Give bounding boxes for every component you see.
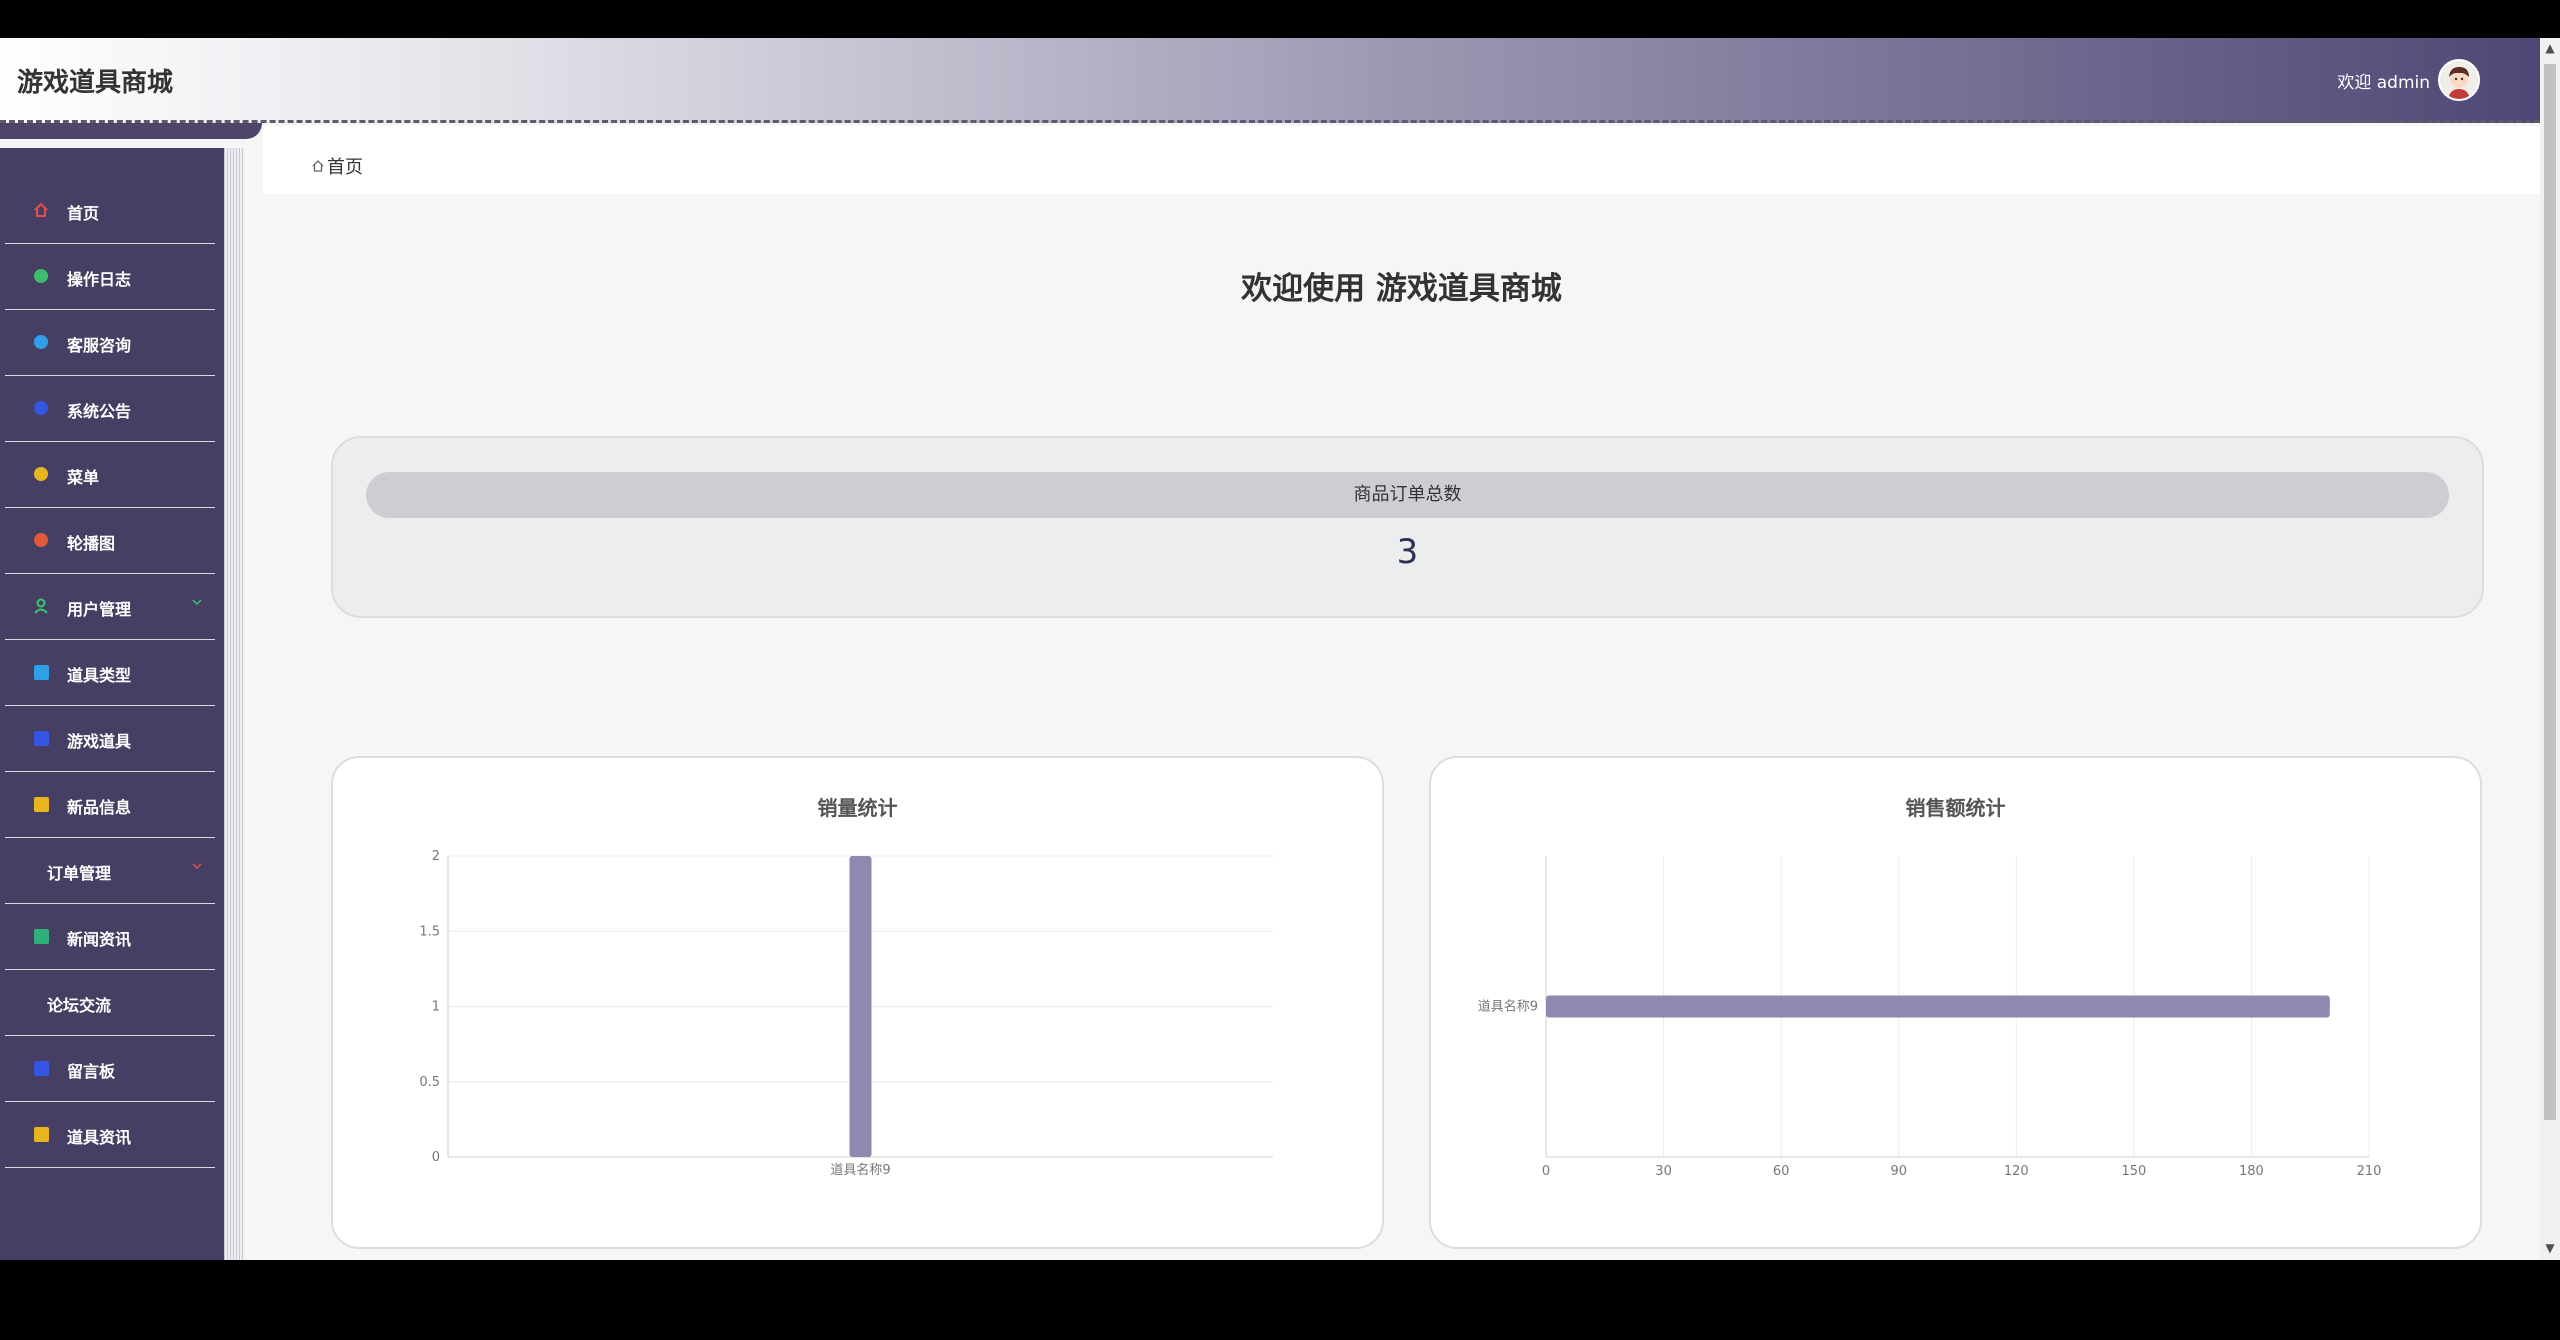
sidebar-divider <box>224 148 244 1260</box>
sidebar-item-5[interactable]: 轮播图 <box>5 508 215 574</box>
sidebar-tab <box>0 123 262 139</box>
sidebar-item-4[interactable]: 菜单 <box>5 442 215 508</box>
sales-volume-chart: 0 0.5 1 1.5 2 道具名称9 <box>419 849 1273 1178</box>
sidebar-item-7[interactable]: 道具类型 <box>5 640 215 706</box>
chevron-down-icon[interactable] <box>191 596 203 608</box>
category-icon <box>33 664 49 680</box>
log-icon <box>33 268 49 284</box>
message-board-icon <box>33 1060 49 1076</box>
sidebar-item-label: 道具资讯 <box>67 1128 132 1147</box>
vertical-scrollbar[interactable]: ▲ ▼ <box>2540 38 2560 1260</box>
breadcrumb-home[interactable]: 首页 <box>327 153 363 179</box>
avatar-icon <box>2440 61 2478 99</box>
sidebar-item-label: 操作日志 <box>67 270 132 289</box>
stat-value: 3 <box>1396 532 1419 572</box>
sidebar-item-label: 道具类型 <box>67 666 132 685</box>
app-window: 游戏道具商城 欢迎 admin 首页操作日志客服咨询系统公告菜单轮播图用户管理道… <box>0 38 2540 1260</box>
sidebar-item-label: 客服咨询 <box>67 336 132 355</box>
app-title: 游戏道具商城 <box>17 68 174 98</box>
sidebar: 首页操作日志客服咨询系统公告菜单轮播图用户管理道具类型游戏道具新品信息订单管理新… <box>0 148 224 1260</box>
x-tick-label: 180 <box>2239 1164 2264 1179</box>
sidebar-item-label: 菜单 <box>67 468 100 487</box>
item-news-icon <box>33 1126 49 1142</box>
sidebar-item-14[interactable]: 道具资讯 <box>5 1102 215 1168</box>
y-tick-label: 1.5 <box>419 924 440 939</box>
news-icon <box>33 928 49 944</box>
sidebar-item-label: 论坛交流 <box>47 996 112 1015</box>
page-title: 欢迎使用 游戏道具商城 <box>1241 271 1562 307</box>
bar <box>1546 995 2330 1018</box>
sidebar-item-8[interactable]: 游戏道具 <box>5 706 215 772</box>
order-total-card: 商品订单总数 3 <box>331 436 2484 618</box>
y-tick-label: 1 <box>432 1000 440 1015</box>
sales-volume-chart-card: 销量统计 0 0.5 1 1.5 2 道具名称9 <box>331 756 1384 1249</box>
sales-amount-chart: 0 30 60 90 120 150 180 210 道具名称9 <box>1478 856 2382 1179</box>
user-icon <box>33 598 49 614</box>
breadcrumb-bar: 首页 <box>263 126 2540 194</box>
sidebar-item-11[interactable]: 新闻资讯 <box>5 904 215 970</box>
sidebar-item-label: 新品信息 <box>67 798 132 817</box>
home-icon <box>33 202 49 218</box>
sidebar-item-label: 系统公告 <box>67 402 132 421</box>
sidebar-item-13[interactable]: 留言板 <box>5 1036 215 1102</box>
x-tick-label: 90 <box>1890 1164 1907 1179</box>
notice-icon <box>33 400 49 416</box>
stat-label: 商品订单总数 <box>366 472 2449 518</box>
bar <box>849 856 872 1157</box>
sidebar-item-label: 首页 <box>67 204 100 223</box>
sidebar-item-1[interactable]: 操作日志 <box>5 244 215 310</box>
x-tick-label: 0 <box>1542 1164 1550 1179</box>
carousel-icon <box>33 532 49 548</box>
menu-icon <box>33 466 49 482</box>
sales-amount-chart-card: 销售额统计 0 30 60 90 120 150 180 210 道具名称9 <box>1429 756 2482 1249</box>
sidebar-item-3[interactable]: 系统公告 <box>5 376 215 442</box>
x-tick-label: 120 <box>2004 1164 2029 1179</box>
avatar[interactable] <box>2438 59 2480 101</box>
welcome-text: 欢迎 admin <box>2337 72 2430 93</box>
chevron-down-icon[interactable] <box>191 860 203 872</box>
sidebar-item-9[interactable]: 新品信息 <box>5 772 215 838</box>
item-icon <box>33 730 49 746</box>
chat-icon <box>33 334 49 350</box>
top-header: 游戏道具商城 欢迎 admin <box>0 38 2540 123</box>
sidebar-menu: 首页操作日志客服咨询系统公告菜单轮播图用户管理道具类型游戏道具新品信息订单管理新… <box>5 178 215 1168</box>
sidebar-item-label: 用户管理 <box>67 600 132 619</box>
user-area[interactable]: 欢迎 admin <box>2337 59 2480 101</box>
x-tick-label: 150 <box>2121 1164 2146 1179</box>
sidebar-item-0[interactable]: 首页 <box>5 178 215 244</box>
sidebar-item-10[interactable]: 订单管理 <box>5 838 215 904</box>
sidebar-item-label: 留言板 <box>67 1062 116 1081</box>
breadcrumb[interactable]: 首页 <box>311 153 363 179</box>
sidebar-item-label: 订单管理 <box>47 864 112 883</box>
scroll-thumb[interactable] <box>2544 64 2556 1120</box>
y-tick-label: 0 <box>432 1150 440 1165</box>
y-tick-label: 2 <box>432 849 440 864</box>
x-tick-label: 30 <box>1655 1164 1672 1179</box>
sidebar-item-2[interactable]: 客服咨询 <box>5 310 215 376</box>
scroll-up-icon[interactable]: ▲ <box>2544 42 2556 54</box>
x-tick-label: 60 <box>1773 1164 1790 1179</box>
sidebar-item-6[interactable]: 用户管理 <box>5 574 215 640</box>
sidebar-item-12[interactable]: 论坛交流 <box>5 970 215 1036</box>
y-tick-label: 0.5 <box>419 1075 440 1090</box>
home-icon <box>312 160 324 172</box>
sidebar-item-label: 新闻资讯 <box>67 930 132 949</box>
y-tick-label: 道具名称9 <box>1478 999 1538 1015</box>
sidebar-item-label: 游戏道具 <box>67 732 132 751</box>
new-product-icon <box>33 796 49 812</box>
scroll-down-icon[interactable]: ▼ <box>2544 1242 2556 1254</box>
x-tick-label: 210 <box>2357 1164 2382 1179</box>
sidebar-item-label: 轮播图 <box>67 534 116 553</box>
x-tick-label: 道具名称9 <box>830 1162 890 1178</box>
